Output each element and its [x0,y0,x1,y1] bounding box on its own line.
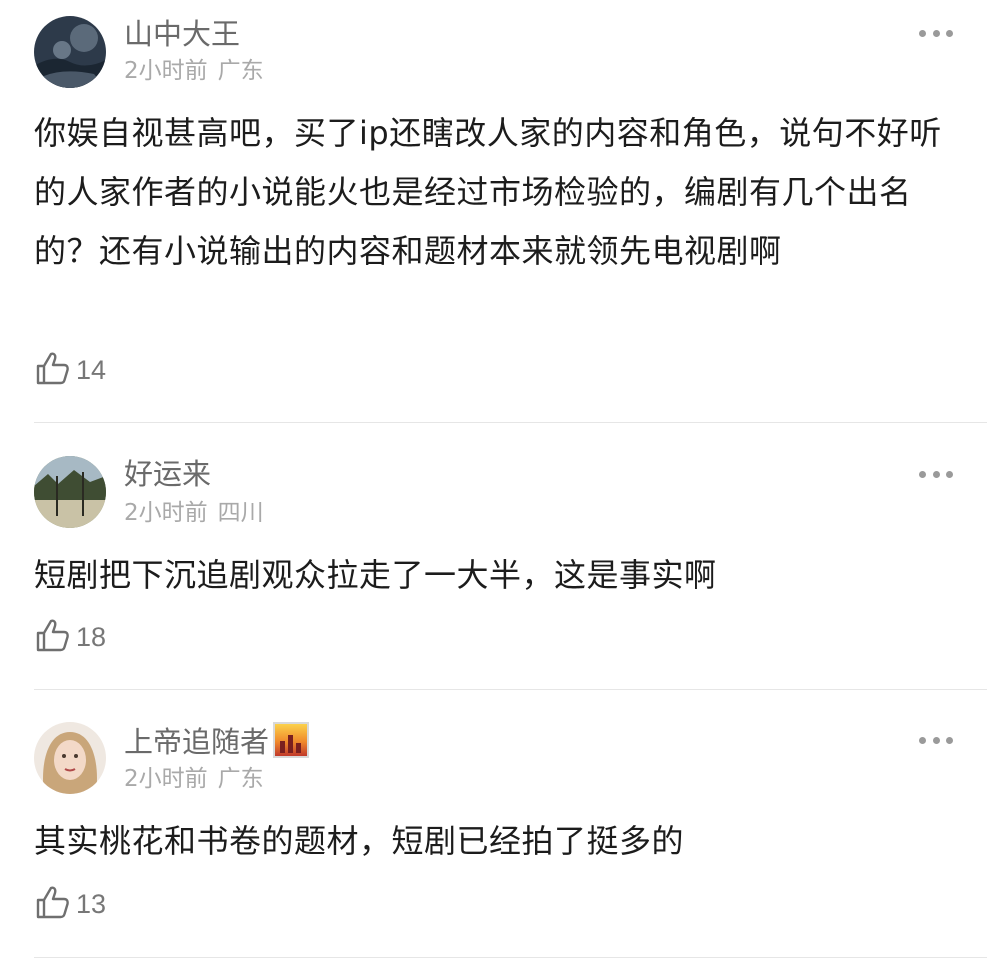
like-count: 13 [76,888,107,919]
more-icon [919,29,926,37]
location: 广东 [217,58,264,84]
timestamp: 2小时前 [124,58,208,84]
like-count: 18 [76,621,107,652]
comment-meta: 2小时前 四川 [124,498,264,528]
thumbs-up-icon [34,350,70,390]
divider [34,957,987,958]
username[interactable]: 好运来 [124,456,211,492]
thumbs-up-icon [34,617,70,657]
comment-text: 短剧把下沉追剧观众拉走了一大半，这是事实啊 [34,556,717,594]
like-button[interactable]: 18 [34,617,106,657]
like-count: 14 [76,354,107,385]
thumbs-up-icon [34,884,70,924]
comment-item: 山中大王 2小时前 广东 你娱自视甚高吧，买了ip还瞎改人家的内容和角色，说句不好… [0,0,987,424]
username[interactable]: 上帝追随者 [124,722,310,760]
more-button[interactable] [919,468,953,480]
location: 广东 [217,766,264,792]
more-icon [919,470,926,478]
comment-item: 上帝追随者 2小时前 广东 其实桃花和书卷的题材，短剧已经拍了挺多的 13 [0,690,987,960]
comment-text: 你娱自视甚高吧，买了ip还瞎改人家的内容和角色，说句不好听的人家作者的小说能火也… [34,114,942,270]
comment-meta: 2小时前 广东 [124,764,264,794]
divider [34,422,987,423]
like-button[interactable]: 13 [34,884,106,924]
avatar[interactable] [34,16,106,88]
comment-item: 好运来 2小时前 四川 短剧把下沉追剧观众拉走了一大半，这是事实啊 18 [0,424,987,690]
timestamp: 2小时前 [124,766,208,792]
more-icon [919,736,926,744]
avatar[interactable] [34,722,106,794]
timestamp: 2小时前 [124,500,208,526]
more-button[interactable] [919,27,953,39]
username[interactable]: 山中大王 [124,16,240,52]
comment-meta: 2小时前 广东 [124,56,264,86]
avatar[interactable] [34,456,106,528]
username-text: 上帝追随者 [124,725,270,759]
member-badge-icon [273,722,310,758]
like-button[interactable]: 14 [34,350,106,390]
location: 四川 [217,500,264,526]
more-button[interactable] [919,734,953,746]
comment-text: 其实桃花和书卷的题材，短剧已经拍了挺多的 [34,822,685,860]
